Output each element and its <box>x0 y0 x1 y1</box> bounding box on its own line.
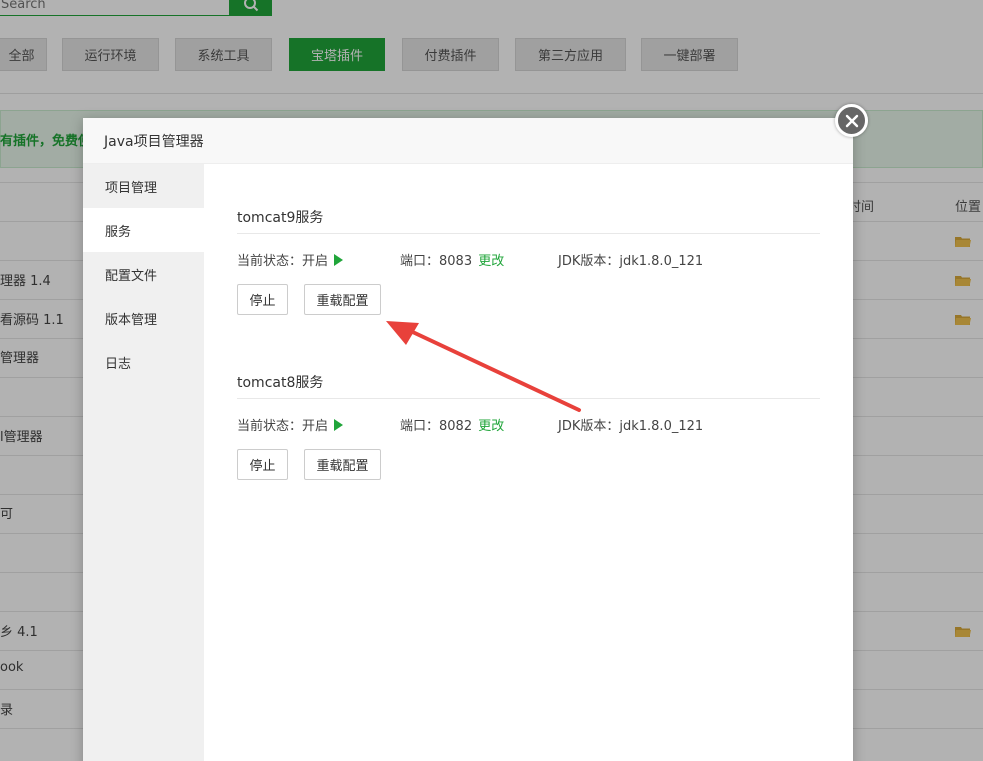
java-manager-modal: Java项目管理器 项目管理 服务 配置文件 版本管理 日志 tomcat9服务… <box>83 118 853 761</box>
port-change-link[interactable]: 更改 <box>478 419 504 434</box>
service-block-tomcat8: tomcat8服务 当前状态：开启 端口：8082 更改 JDK版本：jdk1.… <box>237 372 820 480</box>
play-icon <box>334 419 344 431</box>
service-info-row: 当前状态：开启 端口：8082 更改 JDK版本：jdk1.8.0_121 <box>237 399 820 434</box>
sidebar-item-label: 配置文件 <box>105 268 158 284</box>
play-icon <box>334 254 344 266</box>
modal-header: Java项目管理器 <box>83 118 853 164</box>
sidebar-item-services[interactable]: 服务 <box>83 208 204 252</box>
service-status-text: 当前状态：开启 <box>237 419 329 434</box>
sidebar-item-projects[interactable]: 项目管理 <box>83 164 204 208</box>
stop-button[interactable]: 停止 <box>237 284 288 315</box>
sidebar-item-versions[interactable]: 版本管理 <box>83 296 204 340</box>
stop-button[interactable]: 停止 <box>237 449 288 480</box>
service-title: tomcat8服务 <box>237 372 820 399</box>
service-port-text: 端口：8082 <box>400 419 473 434</box>
service-block-tomcat9: tomcat9服务 当前状态：开启 端口：8083 更改 JDK版本：jdk1.… <box>237 207 820 315</box>
close-icon <box>845 114 858 127</box>
service-port: 端口：8082 更改 <box>400 415 504 434</box>
service-port: 端口：8083 更改 <box>400 250 504 269</box>
service-actions: 停止 重载配置 <box>237 433 820 480</box>
sidebar-item-label: 版本管理 <box>105 312 158 328</box>
sidebar-item-label: 日志 <box>105 356 132 372</box>
service-actions: 停止 重载配置 <box>237 268 820 315</box>
service-title: tomcat9服务 <box>237 207 820 234</box>
reload-config-button[interactable]: 重载配置 <box>304 284 381 315</box>
reload-config-button[interactable]: 重载配置 <box>304 449 381 480</box>
sidebar-item-config-files[interactable]: 配置文件 <box>83 252 204 296</box>
service-jdk-version: JDK版本：jdk1.8.0_121 <box>558 254 704 269</box>
service-jdk-version: JDK版本：jdk1.8.0_121 <box>558 419 704 434</box>
modal-sidebar: 项目管理 服务 配置文件 版本管理 日志 <box>83 164 204 761</box>
service-info-row: 当前状态：开启 端口：8083 更改 JDK版本：jdk1.8.0_121 <box>237 234 820 269</box>
service-status-text: 当前状态：开启 <box>237 254 329 269</box>
service-status: 当前状态：开启 <box>237 415 344 434</box>
sidebar-item-label: 服务 <box>105 224 132 240</box>
sidebar-item-logs[interactable]: 日志 <box>83 340 204 384</box>
service-status: 当前状态：开启 <box>237 250 344 269</box>
sidebar-item-label: 项目管理 <box>105 180 158 196</box>
port-change-link[interactable]: 更改 <box>478 254 504 269</box>
modal-close-button[interactable] <box>835 104 868 137</box>
service-port-text: 端口：8083 <box>400 254 473 269</box>
modal-title: Java项目管理器 <box>104 133 204 150</box>
